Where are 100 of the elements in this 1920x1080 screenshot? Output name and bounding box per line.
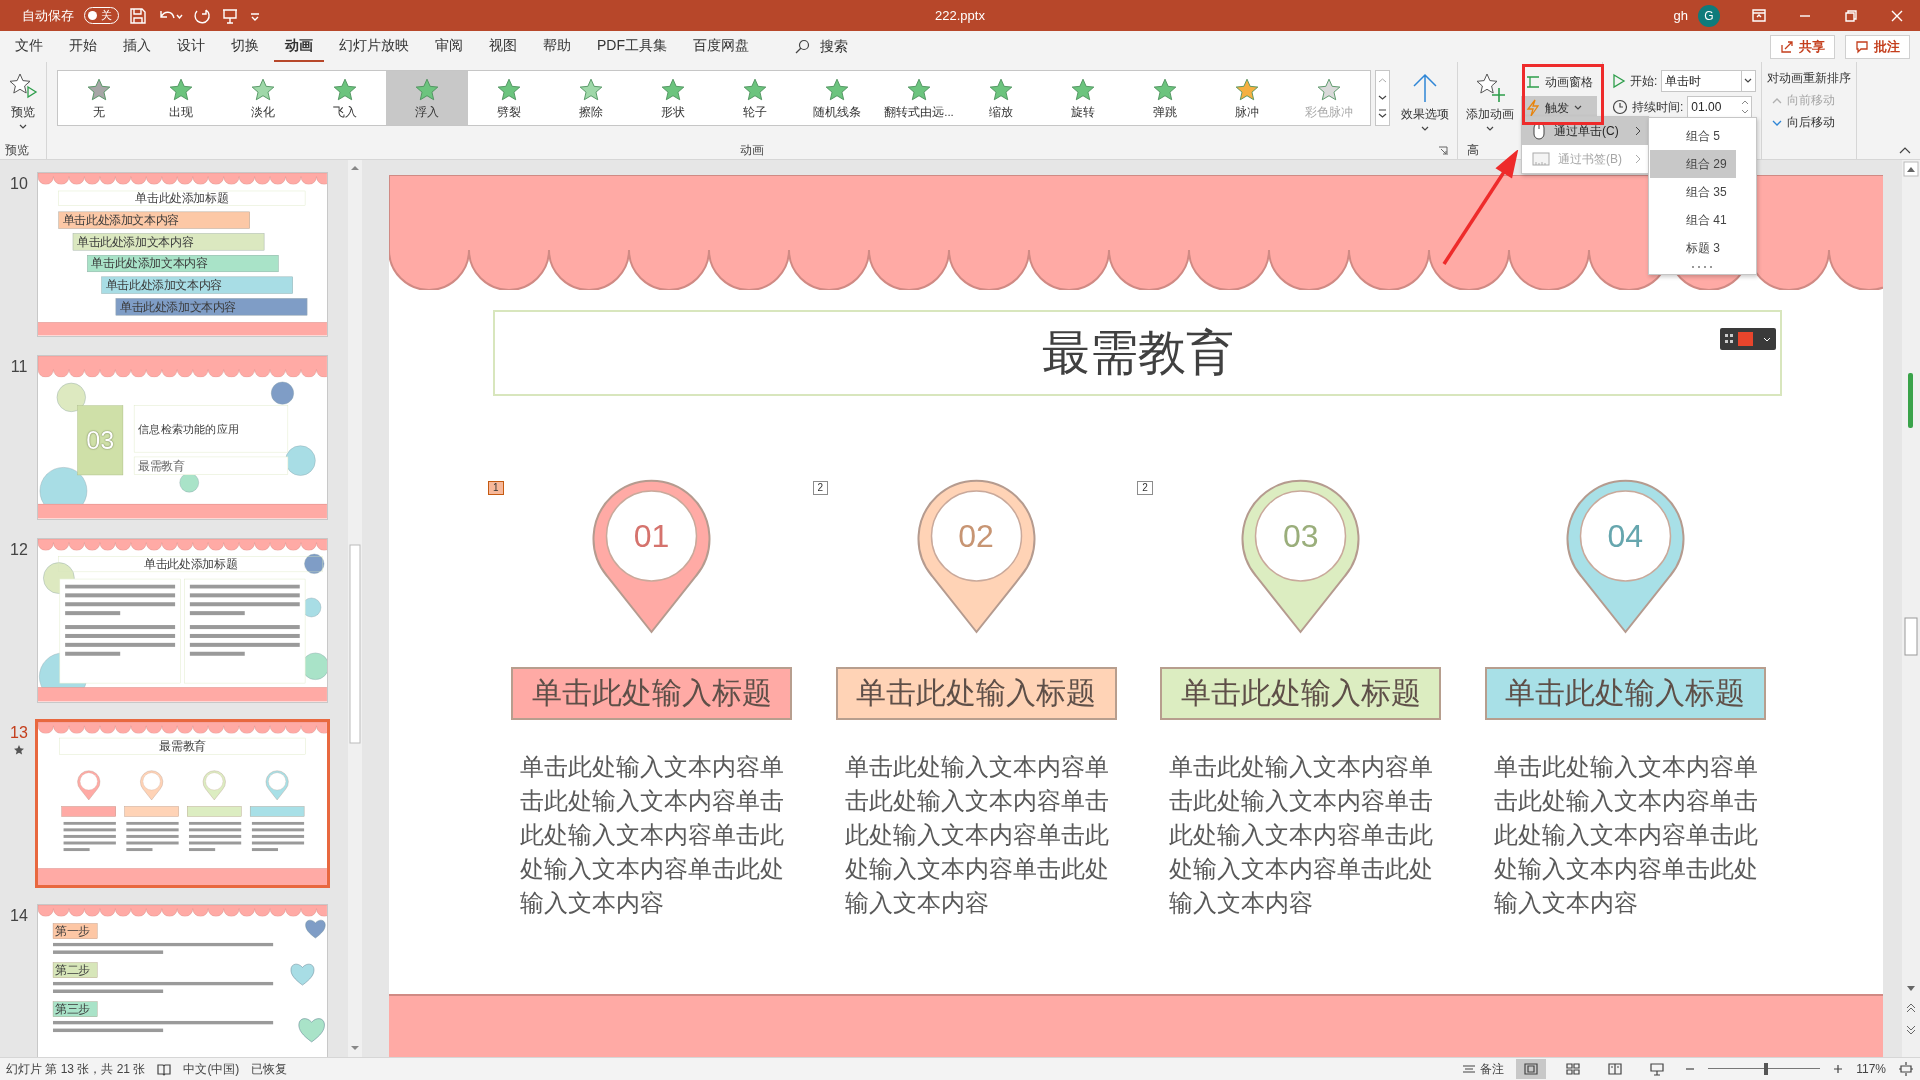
- menu-tab[interactable]: 审阅: [424, 30, 474, 63]
- view-button[interactable]: [1516, 1059, 1547, 1079]
- lightning-icon: [1525, 99, 1541, 117]
- circle-shape: [271, 381, 294, 405]
- menu-item[interactable]: 组合 29: [1650, 150, 1736, 178]
- search-icon: [794, 38, 810, 55]
- group-label: 动画: [740, 142, 764, 159]
- file-title: 222.pptx: [935, 8, 985, 23]
- animation-option[interactable]: 翻转式由远...: [878, 71, 960, 125]
- scroll-bar[interactable]: [1902, 160, 1920, 1058]
- fit-slide-icon[interactable]: [1898, 1061, 1914, 1077]
- animation-option[interactable]: 淡化: [222, 71, 304, 125]
- gallery-scroll-icon[interactable]: [1375, 70, 1390, 126]
- menu-tab[interactable]: 切换: [220, 30, 270, 63]
- reorder-label: 对动画重新排序: [1767, 70, 1852, 87]
- card-text: 单击此处输入文本内容单击此处输入文本内容单击此处输入文本内容单击此处输入文本内容单击此处输入文本内容: [1169, 752, 1435, 918]
- pin-shape: [138, 769, 165, 801]
- menu-item[interactable]: 标题 3: [1650, 234, 1736, 262]
- animation-option[interactable]: 随机线条: [796, 71, 878, 125]
- share-button[interactable]: 共享: [1770, 34, 1835, 59]
- slide-thumbnail[interactable]: 单击此处添加标题: [38, 539, 327, 702]
- slide-thumbnail[interactable]: 单击此处添加标题 单击此处添加文本内容 单击此处添加文本内容 单击此处添加文本内容 单击此处添加文本内容 单击此处添加文本内容: [38, 173, 327, 336]
- menu-tab[interactable]: 视图: [478, 30, 528, 63]
- duration-field[interactable]: 01.00: [1687, 96, 1753, 118]
- clock-icon: [1612, 99, 1628, 115]
- slide-counter: 幻灯片 第 13 张，共 21 张: [6, 1060, 146, 1078]
- card-heading: 单击此处输入标题: [1484, 667, 1766, 720]
- menu-tab[interactable]: 设计: [166, 30, 216, 63]
- scroll-bar[interactable]: [348, 160, 362, 1057]
- caret-icon: [1573, 104, 1583, 112]
- menu-tab[interactable]: 文件: [4, 30, 54, 63]
- start-label: 开始:: [1630, 72, 1658, 90]
- animation-option[interactable]: 形状: [632, 71, 714, 125]
- ruler-icon: [1532, 151, 1550, 167]
- pin-number: 04: [1606, 518, 1645, 555]
- add-animation-button[interactable]: 添加动画: [1463, 70, 1517, 135]
- step-bar: 单击此处添加文本内容: [72, 233, 265, 251]
- save-icon[interactable]: [129, 6, 147, 25]
- menu-tab[interactable]: PDF工具集: [586, 30, 678, 63]
- section-number: 03: [77, 405, 124, 476]
- menu-item[interactable]: 通过单击(C): [1522, 117, 1648, 145]
- recovery-status: 已恢复: [251, 1060, 288, 1078]
- animation-option[interactable]: 弹跳: [1124, 71, 1206, 125]
- slide-number: 13: [10, 724, 28, 742]
- slide-thumbnail[interactable]: 第一步 第二步 第三步: [38, 905, 327, 1057]
- zoom-slider[interactable]: [1708, 1062, 1821, 1076]
- menu-item[interactable]: 组合 35: [1650, 178, 1736, 206]
- zoom-percent[interactable]: 117%: [1856, 1062, 1886, 1076]
- avatar[interactable]: G: [1698, 4, 1720, 27]
- animation-option[interactable]: 擦除: [550, 71, 632, 125]
- comment-icon: [1855, 39, 1869, 54]
- step-bar: 单击此处添加文本内容: [87, 255, 279, 272]
- collapse-ribbon-icon[interactable]: [1898, 145, 1912, 155]
- animation-option[interactable]: 飞入: [304, 71, 386, 125]
- preview-button[interactable]: 预览: [5, 70, 41, 133]
- menu-tab[interactable]: 开始: [58, 30, 108, 63]
- view-show-icon: [1648, 1061, 1667, 1077]
- animation-marker[interactable]: 1: [488, 481, 504, 495]
- circle-shape: [285, 445, 316, 476]
- plus-icon[interactable]: [1832, 1063, 1845, 1075]
- book-icon[interactable]: [157, 1062, 172, 1076]
- notes-button[interactable]: 备注: [1462, 1060, 1505, 1078]
- menu-tab[interactable]: 帮助: [532, 30, 582, 63]
- heart-shape: [304, 917, 327, 940]
- animation-option[interactable]: 缩放: [960, 71, 1042, 125]
- comments-button[interactable]: 批注: [1845, 34, 1910, 59]
- animation-option[interactable]: 无: [58, 71, 140, 125]
- view-normal-icon: [1522, 1061, 1541, 1077]
- menu-tab[interactable]: 百度网盘: [682, 30, 760, 63]
- slide-title: 最需教育: [493, 310, 1782, 396]
- view-reading-icon: [1606, 1061, 1625, 1077]
- slide-thumbnail[interactable]: 03 信息检索功能的应用 最需教育: [38, 356, 327, 519]
- animation-option[interactable]: 浮入: [386, 71, 468, 125]
- animation-option[interactable]: 劈裂: [468, 71, 550, 125]
- presentation-icon[interactable]: [221, 6, 239, 25]
- animation-option[interactable]: 脉冲: [1206, 71, 1288, 125]
- animation-marker[interactable]: 2: [812, 481, 829, 495]
- move-later-button[interactable]: 向后移动: [1767, 114, 1852, 131]
- menu-item[interactable]: 组合 5: [1650, 122, 1736, 150]
- menu-item[interactable]: 组合 41: [1650, 206, 1736, 234]
- effect-options-button[interactable]: 效果选项: [1398, 70, 1452, 135]
- floating-toolbar-icon[interactable]: [1720, 328, 1776, 350]
- menu-tab[interactable]: 幻灯片放映: [328, 30, 420, 63]
- animation-option[interactable]: 出现: [140, 71, 222, 125]
- menu-tab[interactable]: 插入: [112, 30, 162, 63]
- animation-option[interactable]: 轮子: [714, 71, 796, 125]
- animation-marker[interactable]: 2: [1137, 481, 1153, 495]
- slide-number: 12: [10, 541, 28, 559]
- start-dropdown[interactable]: 单击时: [1661, 70, 1757, 92]
- search-field[interactable]: 搜索: [794, 37, 848, 56]
- slide-thumbnail[interactable]: 最需教育: [38, 722, 327, 885]
- dialog-launcher-icon[interactable]: [1438, 146, 1448, 156]
- animation-option[interactable]: 旋转: [1042, 71, 1124, 125]
- step-label: 第一步: [52, 923, 98, 939]
- notes-icon: [1462, 1063, 1477, 1075]
- view-sorter-icon: [1564, 1061, 1583, 1077]
- autosave-label: 自动保存: [22, 6, 74, 25]
- animation-pane-button[interactable]: 动画窗格: [1521, 70, 1597, 94]
- pin-number: 02: [957, 518, 995, 555]
- pane-icon: [1525, 74, 1541, 90]
